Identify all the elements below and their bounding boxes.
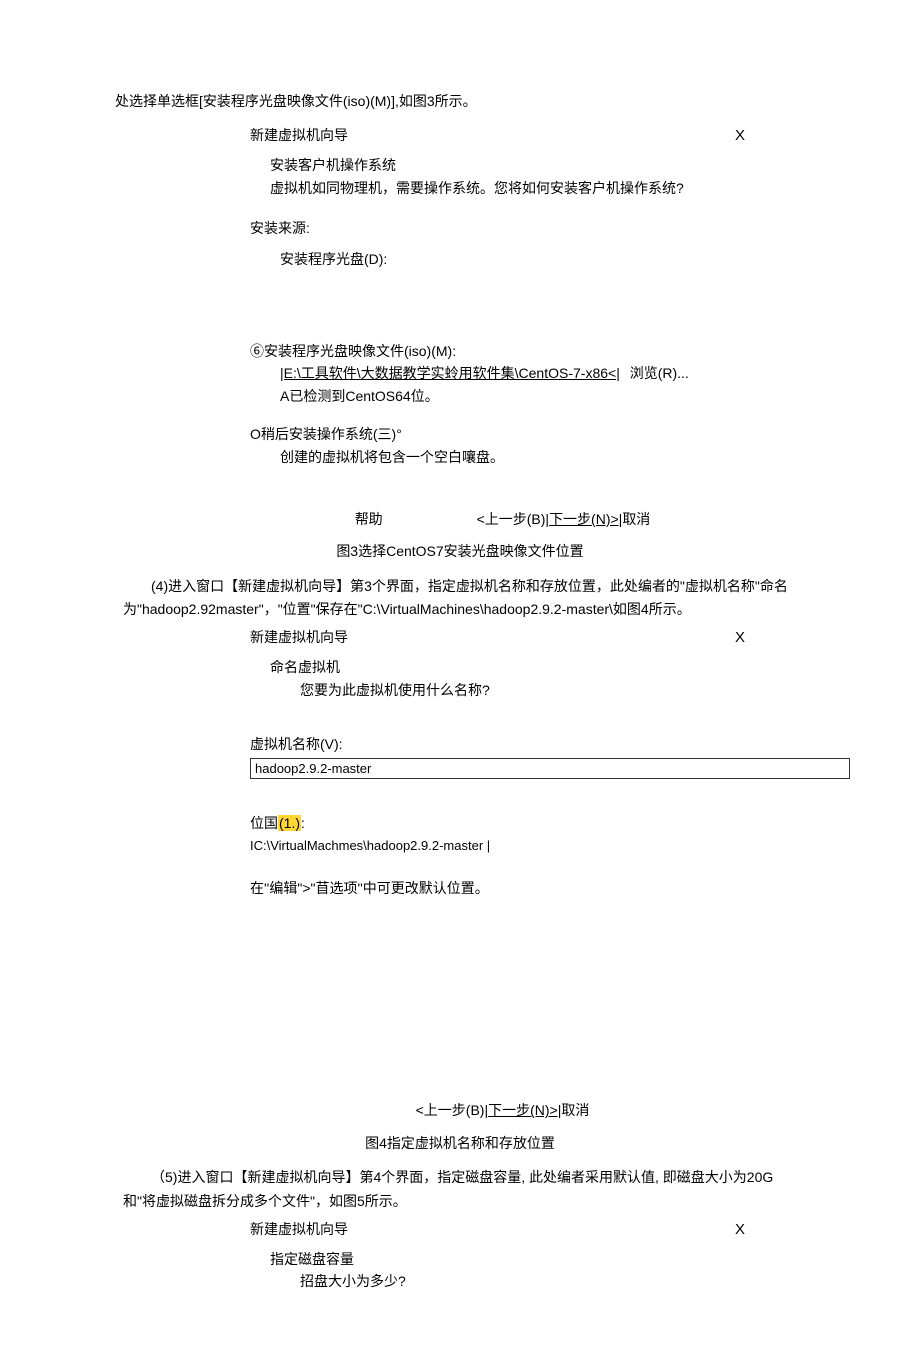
option-iso[interactable]: ⑥安装程序光盘映像文件(iso)(M): bbox=[250, 340, 755, 362]
close-icon[interactable]: X bbox=[735, 626, 755, 650]
paragraph-5: （5)进入窗口【新建虚拟机向导】第4个界面，指定磁盘容量, 此处编者采用默认值,… bbox=[123, 1166, 797, 1214]
close-icon[interactable]: X bbox=[735, 124, 755, 148]
option-later[interactable]: O稍后安装操作系统(三)° bbox=[250, 423, 755, 445]
wizard3-subtitle: 安装客户机操作系统 bbox=[270, 154, 755, 176]
browse-button[interactable]: 浏览(R)... bbox=[630, 365, 689, 381]
figure4-caption: 图4指定虚拟机名称和存放位置 bbox=[115, 1132, 805, 1154]
cancel-button[interactable]: 取消 bbox=[622, 511, 650, 527]
wizard-5: 新建虚拟机向导 X 指定磁盘容量 招盘大小为多少? bbox=[250, 1218, 755, 1293]
wizard4-subdesc: 您要为此虚拟机使用什么名称? bbox=[300, 679, 755, 701]
option-disc[interactable]: 安装程序光盘(D): bbox=[280, 248, 755, 270]
close-icon[interactable]: X bbox=[735, 1218, 755, 1242]
next-button[interactable]: 下一步(N)>| bbox=[549, 511, 622, 527]
wizard-4: 新建虚拟机向导 X 命名虚拟机 您要为此虚拟机使用什么名称? 虚拟机名称(V):… bbox=[250, 626, 755, 1122]
wizard3-subdesc: 虚拟机如同物理机，需要操作系统。您将如何安装客户机操作系统? bbox=[270, 177, 755, 199]
intro-text: 处选择单选框[安装程序光盘映像文件(iso)(M)],如图3所示。 bbox=[115, 90, 805, 112]
wizard4-subtitle: 命名虚拟机 bbox=[270, 656, 755, 678]
vm-name-input[interactable] bbox=[250, 758, 850, 779]
prev-button[interactable]: <上一步(B)| bbox=[416, 1102, 488, 1118]
source-label: 安装来源: bbox=[250, 217, 755, 239]
next-button[interactable]: 下一步(N)>| bbox=[488, 1102, 561, 1118]
wizard4-title: 新建虚拟机向导 bbox=[250, 626, 348, 648]
later-desc: 创建的虚拟机将包含一个空白嚷盘。 bbox=[280, 446, 755, 468]
paragraph-4: (4)进入窗口【新建虚拟机向导】第3个界面，指定虚拟机名称和存放位置，此处编者的… bbox=[123, 575, 797, 623]
wizard3-title: 新建虚拟机向导 bbox=[250, 124, 348, 146]
cancel-button[interactable]: 取消 bbox=[561, 1102, 589, 1118]
vm-name-label: 虚拟机名称(V): bbox=[250, 733, 755, 755]
prev-button[interactable]: <上一步(B)| bbox=[477, 511, 549, 527]
iso-path-input[interactable]: |E:\工具软件\大数据教学实蛉用软件集\CentOS-7-x86<| bbox=[280, 365, 620, 381]
highlight-text: (1.) bbox=[278, 815, 301, 831]
wizard5-subdesc: 招盘大小为多少? bbox=[300, 1270, 755, 1292]
figure3-caption: 图3选择CentOS7安装光盘映像文件位置 bbox=[115, 540, 805, 562]
help-button[interactable]: 帮助 bbox=[355, 508, 383, 530]
wizard5-subtitle: 指定磁盘容量 bbox=[270, 1248, 755, 1270]
wizard-3: 新建虚拟机向导 X 安装客户机操作系统 虚拟机如同物理机，需要操作系统。您将如何… bbox=[250, 124, 755, 530]
edit-note: 在''编辑">"苜选项''中可更改默认位置。 bbox=[250, 877, 755, 899]
detected-text: A已检测到CentOS64位。 bbox=[280, 385, 755, 407]
location-value[interactable]: IC:\VirtualMachmes\hadoop2.9.2-master | bbox=[250, 836, 755, 857]
location-label: 位国(1.): bbox=[250, 812, 755, 834]
wizard5-title: 新建虚拟机向导 bbox=[250, 1218, 348, 1240]
